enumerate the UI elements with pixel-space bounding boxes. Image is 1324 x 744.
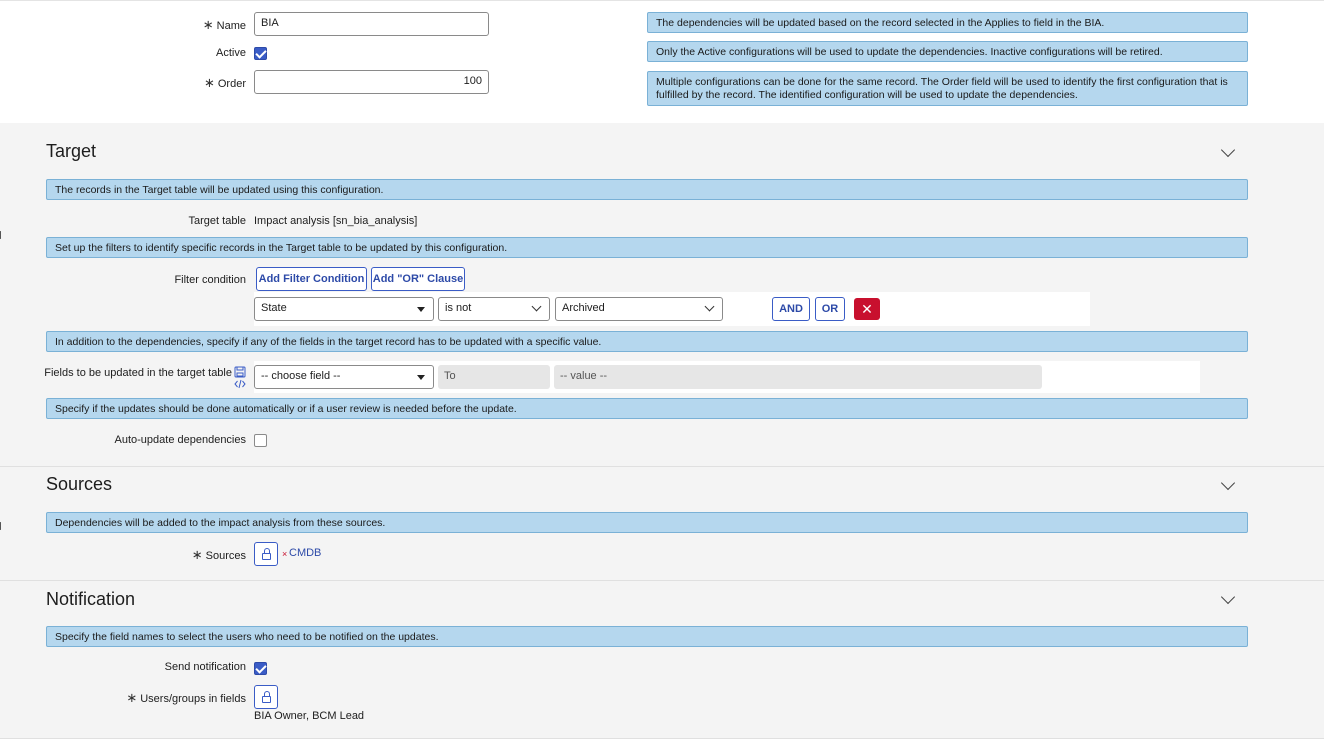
- caret-down-icon: [417, 307, 425, 312]
- remove-source-icon[interactable]: ×: [282, 549, 287, 559]
- chevron-down-icon: [704, 301, 715, 312]
- top-form-region: ∗ Name BIA Active ∗ Order 100 The dependen…: [0, 0, 1324, 123]
- to-field: To: [438, 365, 550, 389]
- sources-section-title: Sources: [46, 474, 113, 494]
- code-icon[interactable]: [234, 379, 246, 389]
- choose-field-select[interactable]: -- choose field --: [254, 365, 434, 389]
- source-item-cmdb[interactable]: CMDB: [289, 547, 321, 559]
- sources-section: Sources Dependencies will be added to th…: [0, 467, 1324, 581]
- users-groups-label: ∗ Users/groups in fields: [126, 690, 246, 705]
- info-sources: Dependencies will be added to the impact…: [46, 512, 1248, 533]
- add-or-clause-button[interactable]: Add "OR" Clause: [371, 267, 465, 291]
- users-groups-value: BIA Owner, BCM Lead: [254, 710, 365, 722]
- delete-condition-button[interactable]: ✕: [854, 298, 880, 320]
- target-section-title: Target: [46, 141, 97, 161]
- info-target-fields: In addition to the dependencies, specify…: [46, 331, 1248, 352]
- add-filter-condition-button[interactable]: Add Filter Condition: [256, 267, 367, 291]
- name-field-label: ∗ Name: [202, 17, 246, 32]
- chevron-down-icon[interactable]: [1220, 475, 1236, 491]
- send-notification-checkbox[interactable]: [254, 662, 267, 675]
- filter-operator-select[interactable]: is not: [438, 297, 550, 321]
- sources-field-label: ∗ Sources: [191, 547, 246, 562]
- edge-handle: [0, 522, 2, 530]
- filter-value-select[interactable]: Archived: [555, 297, 723, 321]
- save-template-icon[interactable]: [234, 366, 246, 378]
- active-field-label: Active: [216, 47, 246, 59]
- fields-to-update-label: Fields to be updated in the target table: [44, 367, 232, 379]
- order-input[interactable]: 100: [254, 70, 489, 94]
- users-lock-button[interactable]: [254, 685, 278, 709]
- info-target-filters: Set up the filters to identify specific …: [46, 237, 1248, 258]
- filter-condition-label: Filter condition: [174, 274, 246, 286]
- caret-down-icon: [417, 375, 425, 380]
- target-table-value: Impact analysis [sn_bia_analysis]: [254, 215, 418, 227]
- chevron-down-icon[interactable]: [1220, 589, 1236, 605]
- auto-update-checkbox[interactable]: [254, 434, 267, 447]
- required-icon: ∗: [191, 547, 203, 562]
- filter-row: State is not Archived AND OR ✕: [254, 292, 1090, 326]
- and-button[interactable]: AND: [772, 297, 810, 321]
- required-icon: ∗: [203, 75, 215, 90]
- notification-section-title: Notification: [46, 589, 136, 609]
- info-applies: The dependencies will be updated based o…: [647, 12, 1248, 33]
- auto-update-label: Auto-update dependencies: [114, 434, 247, 446]
- info-order: Multiple configurations can be done for …: [647, 71, 1248, 106]
- close-icon: ✕: [861, 301, 873, 317]
- send-notification-label: Send notification: [164, 661, 246, 673]
- name-input[interactable]: BIA: [254, 12, 489, 36]
- target-table-label: Target table: [188, 215, 246, 227]
- or-button[interactable]: OR: [815, 297, 845, 321]
- filter-field-select[interactable]: State: [254, 297, 434, 321]
- info-notification: Specify the field names to select the us…: [46, 626, 1248, 647]
- value-field[interactable]: -- value --: [554, 365, 1042, 389]
- chevron-down-icon: [531, 301, 542, 312]
- active-checkbox[interactable]: [254, 47, 267, 60]
- required-icon: ∗: [202, 17, 214, 32]
- edge-handle: [0, 231, 2, 239]
- chevron-down-icon[interactable]: [1220, 142, 1236, 158]
- required-icon: ∗: [126, 690, 138, 705]
- info-target-records: The records in the Target table will be …: [46, 179, 1248, 200]
- info-auto-update: Specify if the updates should be done au…: [46, 398, 1248, 419]
- notification-section: Notification Specify the field names to …: [0, 581, 1324, 739]
- info-active: Only the Active configurations will be u…: [647, 41, 1248, 62]
- sources-lock-button[interactable]: [254, 542, 278, 566]
- order-field-label: ∗ Order: [203, 75, 246, 90]
- field-update-row: -- choose field -- To -- value --: [254, 361, 1200, 393]
- target-section: Target The records in the Target table w…: [0, 123, 1324, 467]
